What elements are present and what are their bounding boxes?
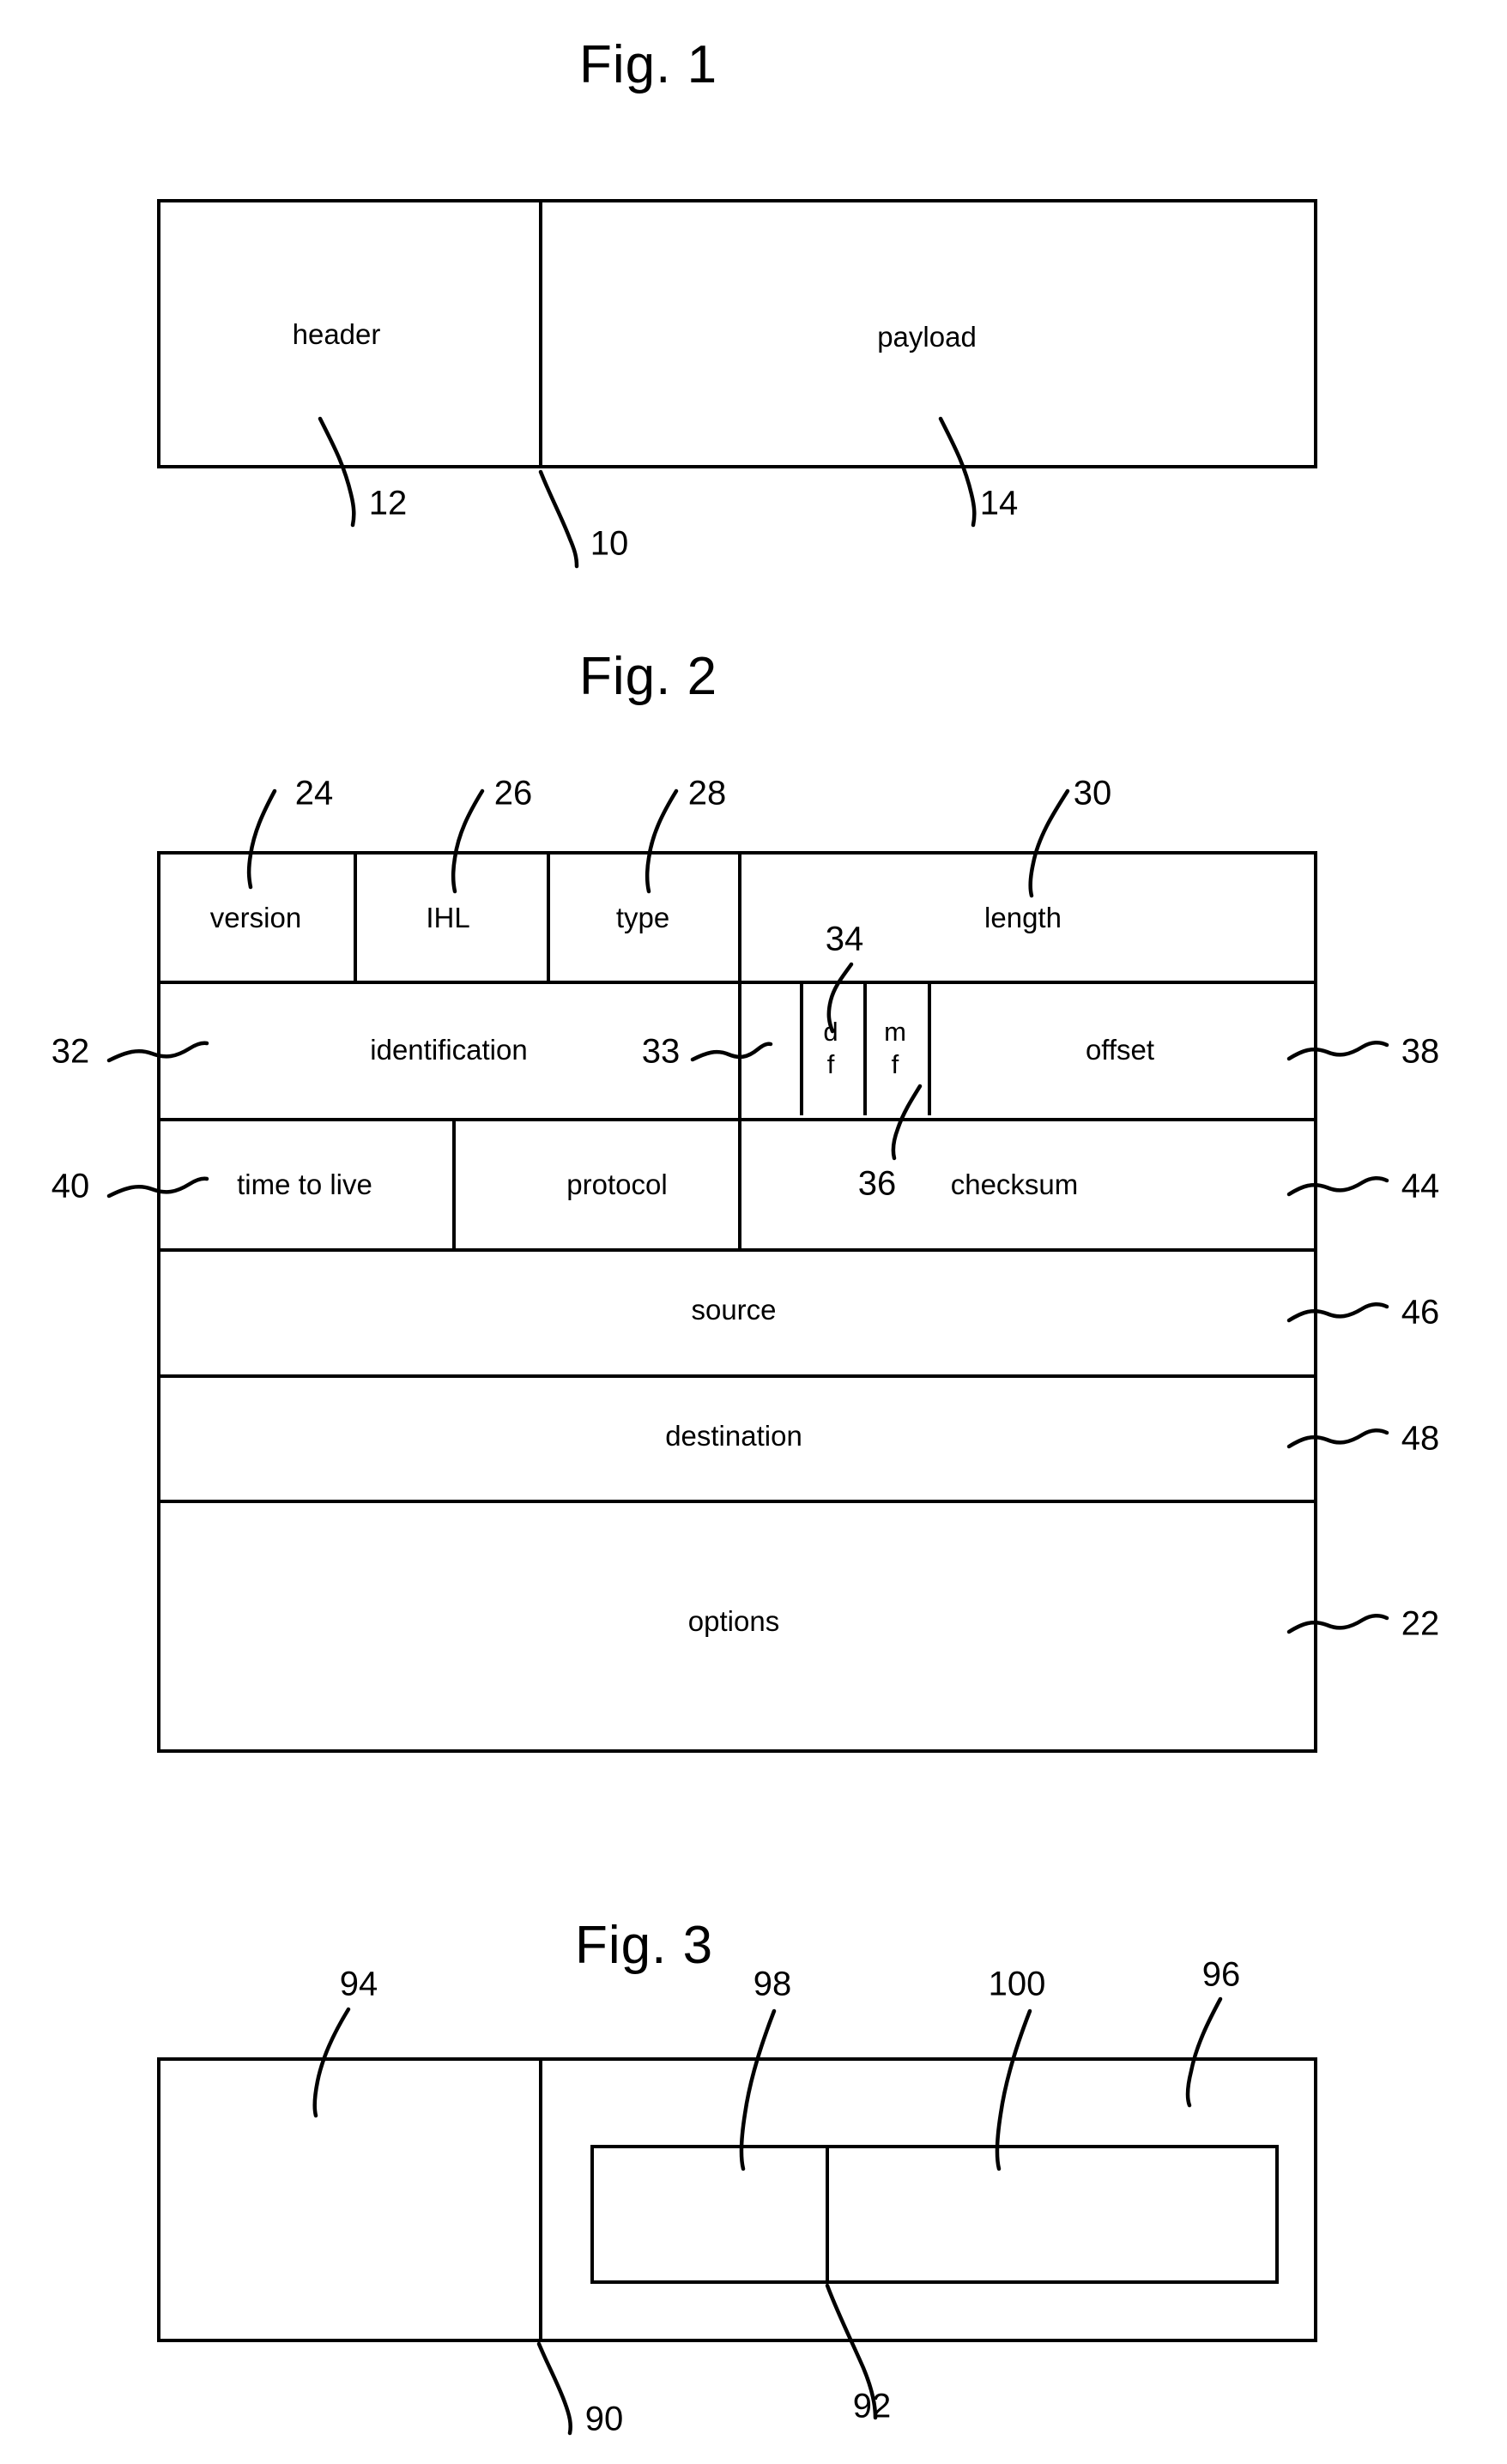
- row-separator-4: [157, 1374, 1317, 1378]
- reference-number-33: 33: [641, 1032, 681, 1071]
- reference-number-36: 36: [857, 1164, 897, 1203]
- reference-number-14: 14: [979, 484, 1019, 522]
- field-destination-label: destination: [665, 1420, 802, 1452]
- reference-number-94: 94: [339, 1965, 378, 2003]
- reference-number-34: 34: [825, 920, 864, 958]
- leader-line-90: [536, 2341, 572, 2436]
- reference-number-98: 98: [753, 1965, 792, 2003]
- field-df-line1: d: [823, 1017, 838, 1048]
- fig3-inner-divider: [826, 2145, 829, 2284]
- packet-header-payload-divider: [539, 199, 542, 468]
- reference-number-44: 44: [1401, 1167, 1440, 1205]
- field-source-label: source: [691, 1294, 777, 1326]
- field-version-label: version: [209, 902, 302, 933]
- reference-number-40: 40: [51, 1167, 90, 1205]
- packet-header-label: header: [292, 318, 381, 350]
- row-separator-2: [157, 1118, 1317, 1121]
- figure-2-title: Fig. 2: [579, 647, 718, 706]
- figure-3-title: Fig. 3: [575, 1916, 714, 1975]
- reference-number-48: 48: [1401, 1419, 1440, 1458]
- reference-number-26: 26: [493, 774, 533, 812]
- reference-number-10: 10: [590, 524, 629, 563]
- row2-divider-df-mf: [863, 983, 867, 1115]
- reference-number-28: 28: [687, 774, 727, 812]
- field-type-label: type: [615, 902, 670, 933]
- field-mf-line1: m: [884, 1017, 906, 1048]
- field-mf-line2: f: [891, 1049, 899, 1079]
- field-df-line2: f: [826, 1049, 835, 1079]
- field-offset-label: offset: [1085, 1034, 1155, 1066]
- field-df-label: d f: [823, 1016, 838, 1081]
- field-options-label: options: [687, 1605, 780, 1637]
- reference-number-38: 38: [1401, 1032, 1440, 1071]
- field-checksum-label: checksum: [950, 1169, 1079, 1200]
- reference-number-46: 46: [1401, 1293, 1440, 1332]
- reference-number-32: 32: [51, 1032, 90, 1071]
- row2-divider-identification-flags: [738, 981, 741, 1118]
- packet-payload-label: payload: [877, 321, 977, 353]
- field-identification-label: identification: [370, 1034, 528, 1066]
- row3-divider-protocol-checksum: [738, 1118, 741, 1248]
- row3-divider-ttl-protocol: [452, 1118, 456, 1248]
- row1-divider-ihl-type: [547, 851, 550, 981]
- row1-divider-type-length: [738, 851, 741, 981]
- row-separator-1: [157, 981, 1317, 984]
- reference-number-92: 92: [852, 2387, 892, 2425]
- field-ttl-label: time to live: [237, 1169, 372, 1200]
- reference-number-90: 90: [584, 2400, 624, 2438]
- field-ihl-label: IHL: [426, 902, 470, 933]
- row2-divider-flagspad-df: [800, 983, 803, 1115]
- field-protocol-label: protocol: [566, 1169, 668, 1200]
- reference-number-24: 24: [294, 774, 334, 812]
- row2-divider-mf-offset: [928, 983, 931, 1115]
- reference-number-22: 22: [1401, 1604, 1440, 1643]
- field-mf-label: m f: [884, 1016, 906, 1081]
- row1-divider-version-ihl: [354, 851, 357, 981]
- reference-number-100: 100: [988, 1965, 1046, 2003]
- reference-number-96: 96: [1201, 1955, 1241, 1994]
- fig3-outer-divider: [539, 2057, 542, 2342]
- fig3-inner-frame: [590, 2145, 1279, 2284]
- field-length-label: length: [984, 902, 1062, 933]
- row-separator-3: [157, 1248, 1317, 1252]
- figure-1-title: Fig. 1: [579, 35, 718, 94]
- row-separator-5: [157, 1500, 1317, 1503]
- reference-number-30: 30: [1073, 774, 1112, 812]
- reference-number-12: 12: [368, 484, 408, 522]
